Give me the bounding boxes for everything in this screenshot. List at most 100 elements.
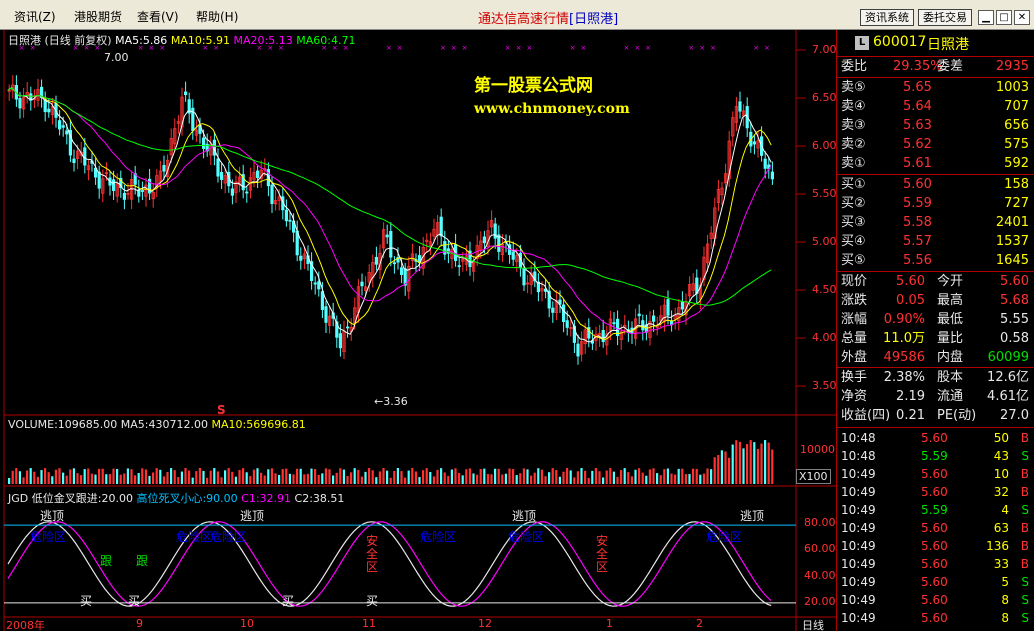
close-icon[interactable]: ✕ — [1014, 10, 1030, 25]
tick-price: 5.60 — [921, 593, 948, 607]
stat-label: 量比 — [937, 331, 964, 346]
s-marker: S — [217, 403, 226, 417]
volume-bar — [418, 477, 421, 484]
app-title: 通达信高速行情[日照港] — [478, 8, 618, 27]
ask-price: 5.63 — [903, 118, 932, 133]
tick-volume: 33 — [993, 557, 1009, 571]
volume-bar — [562, 471, 565, 484]
volume-bar — [627, 472, 630, 484]
tick-direction: S — [1021, 575, 1029, 589]
tick-time: 10:49 — [841, 593, 876, 607]
info-system-button[interactable]: 资讯系统 — [860, 9, 914, 26]
volume-bar — [51, 476, 54, 484]
tick-volume: 8 — [1001, 593, 1009, 607]
x-marker: × — [386, 44, 392, 52]
volume-bar — [220, 477, 223, 484]
signal-danger-6: 危险区 — [706, 530, 743, 544]
volume-bar — [224, 470, 227, 484]
stat2-value: 2.19 — [896, 389, 925, 404]
tick-direction: B — [1020, 431, 1029, 445]
volume-bar — [584, 470, 587, 484]
candle-body — [392, 262, 397, 265]
x-marker: × — [397, 44, 403, 52]
candle-body — [317, 281, 321, 290]
volume-bar — [44, 468, 47, 484]
volume-bar — [249, 476, 252, 484]
candle-body — [61, 125, 65, 128]
date-tick-10: 10 — [240, 617, 254, 630]
x-marker: × — [451, 44, 457, 52]
volume-bar — [447, 475, 450, 484]
menu-view[interactable]: 查看(V) — [137, 8, 179, 25]
ma-line — [7, 86, 772, 343]
volume-bar — [674, 474, 677, 484]
volume-bar — [80, 475, 83, 484]
stat-value: 5.60 — [1000, 274, 1029, 289]
candle-body — [313, 282, 317, 285]
volume-bar — [33, 471, 36, 484]
stat2-label: PE(动) — [937, 408, 977, 423]
chart-stock-name: 日照港 — [8, 34, 41, 47]
low-price-label: ←3.36 — [374, 395, 408, 408]
volume-bar — [378, 471, 381, 484]
x-marker: × — [634, 44, 640, 52]
period-label[interactable]: 日线 — [802, 617, 824, 631]
tick-volume: 8 — [1001, 611, 1009, 625]
candle-body — [637, 313, 641, 317]
indicator-param-high: 高位死叉小心:90.00 — [136, 492, 238, 505]
maximize-icon[interactable]: □ — [996, 10, 1012, 25]
volume-bar — [767, 442, 770, 484]
ask-label: 卖④ — [841, 99, 866, 114]
candle-body — [562, 304, 566, 323]
volume-bar — [108, 474, 111, 484]
quote-panel: L 600017 日照港 委比 29.35% 委差 2935 卖⑤ 5.65 100… — [836, 30, 1034, 631]
bid-volume: 158 — [1004, 177, 1029, 192]
x-marker: × — [505, 44, 511, 52]
volume-bar — [159, 469, 162, 484]
candle-body — [680, 301, 685, 310]
volume-bar — [393, 470, 396, 484]
volume-bar — [98, 468, 101, 484]
volume-bar — [231, 471, 234, 484]
tick-time: 10:49 — [841, 575, 876, 589]
tick-price: 5.60 — [921, 539, 948, 553]
tick-time: 10:48 — [841, 449, 876, 463]
stat-value: 5.55 — [1000, 312, 1029, 327]
price-tick-350: 3.50 — [812, 379, 837, 392]
volume-bar — [40, 470, 43, 484]
date-tick-9: 9 — [136, 617, 143, 630]
minimize-icon[interactable]: ▁ — [978, 10, 994, 25]
volume-bar — [188, 470, 191, 484]
x-marker: × — [645, 44, 651, 52]
volume-bar — [364, 471, 367, 484]
trade-button[interactable]: 委托交易 — [918, 9, 972, 26]
stat2-row: 换手 2.38% 股本 12.6亿 — [837, 369, 1034, 387]
volume-bar — [537, 468, 540, 484]
menu-hk-futures[interactable]: 港股期货 — [74, 8, 122, 25]
candle-body — [652, 315, 656, 322]
volume-bar — [252, 469, 255, 484]
ratio-value: 29.35% — [893, 59, 943, 74]
candle-body — [511, 251, 515, 260]
volume-bar — [116, 468, 119, 484]
menu-zixun[interactable]: 资讯(Z) — [14, 8, 56, 25]
x-marker: × — [710, 44, 716, 52]
signal-danger-3: 危险区 — [210, 530, 247, 544]
volume-bar — [407, 470, 410, 484]
candle-body — [576, 343, 580, 357]
stat2-value: 4.61亿 — [987, 389, 1029, 404]
signal-danger-1: 危险区 — [30, 530, 67, 544]
candle-body — [439, 216, 443, 237]
volume-bar — [274, 473, 277, 484]
volume-bar — [551, 468, 554, 484]
volume-bar — [504, 473, 507, 484]
signal-escape-1: 逃顶 — [40, 509, 65, 523]
volume-bar — [404, 477, 407, 484]
tick-row: 10:48 5.59 43 S — [837, 447, 1034, 465]
menu-help[interactable]: 帮助(H) — [196, 8, 238, 25]
volume-bar — [684, 474, 687, 484]
bid-row: 买⑤ 5.56 1645 — [837, 252, 1034, 270]
stat2-label: 股本 — [937, 370, 964, 385]
volume-bar — [450, 469, 453, 484]
volume-bar — [123, 473, 126, 484]
